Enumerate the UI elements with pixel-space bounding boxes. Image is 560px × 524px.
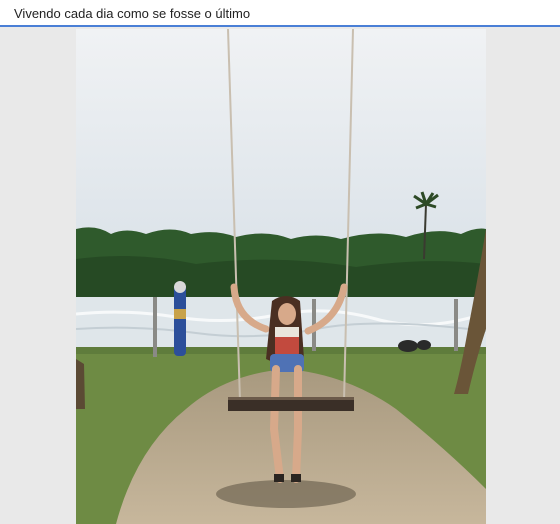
window-title: Vivendo cada dia como se fosse o último — [14, 6, 251, 21]
photo-drawing — [76, 29, 486, 524]
photo[interactable] — [76, 29, 486, 524]
parrot-totem — [174, 284, 186, 356]
sky — [76, 29, 486, 239]
window-titlebar: Vivendo cada dia como se fosse o último — [0, 0, 560, 27]
image-viewer — [0, 27, 560, 524]
